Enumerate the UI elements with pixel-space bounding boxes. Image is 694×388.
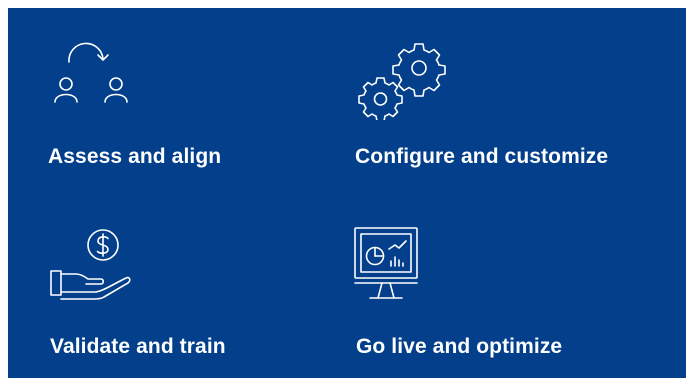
step-label: Go live and optimize <box>356 335 563 358</box>
step-assess-and-align: Assess and align <box>8 8 308 188</box>
hand-coin-icon <box>50 229 131 300</box>
step-go-live-and-optimize: Go live and optimize <box>308 188 686 378</box>
step-validate-and-train: Validate and train <box>8 188 308 378</box>
monitor-analytics-icon <box>354 227 418 299</box>
step-label: Assess and align <box>48 145 222 168</box>
gears-icon <box>358 43 446 120</box>
step-configure-and-customize: Configure and customize <box>308 8 686 188</box>
step-label: Validate and train <box>50 335 226 358</box>
steps-panel: Assess and align Configure and customize… <box>8 8 686 378</box>
two-people-cycle-icon <box>54 42 128 103</box>
step-label: Configure and customize <box>355 145 609 168</box>
